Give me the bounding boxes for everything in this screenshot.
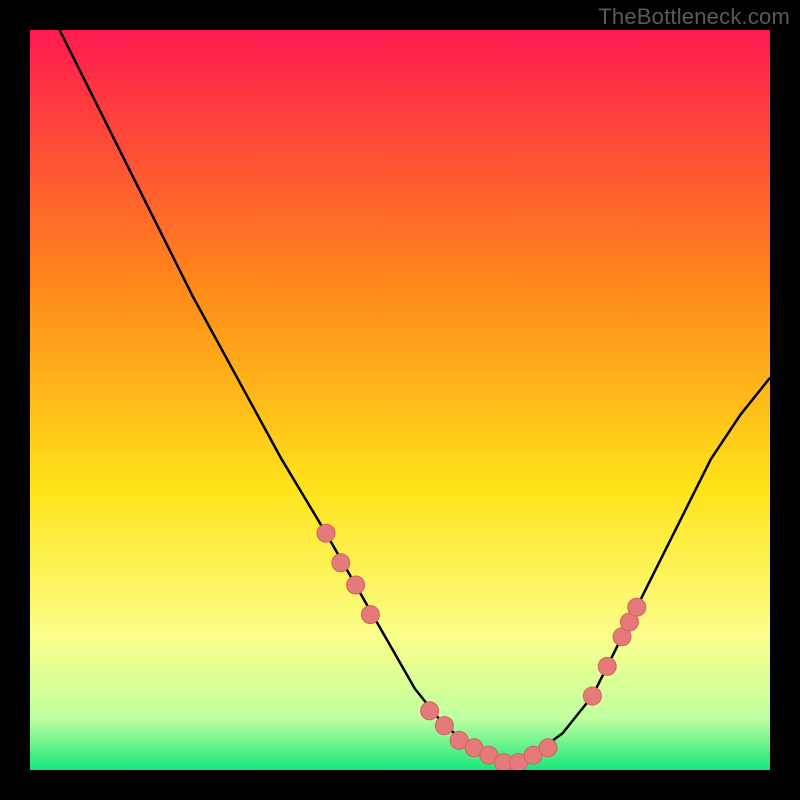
curve-marker (628, 598, 646, 616)
curve-marker (347, 576, 365, 594)
curve-marker (332, 554, 350, 572)
plot-area (30, 30, 770, 770)
watermark-text: TheBottleneck.com (598, 4, 790, 30)
curve-marker (361, 606, 379, 624)
curve-marker (435, 717, 453, 735)
curve-marker (598, 657, 616, 675)
gradient-background (30, 30, 770, 770)
chart-frame: TheBottleneck.com (0, 0, 800, 800)
curve-marker (317, 524, 335, 542)
curve-marker (421, 702, 439, 720)
chart-svg (30, 30, 770, 770)
curve-marker (539, 739, 557, 757)
curve-marker (583, 687, 601, 705)
